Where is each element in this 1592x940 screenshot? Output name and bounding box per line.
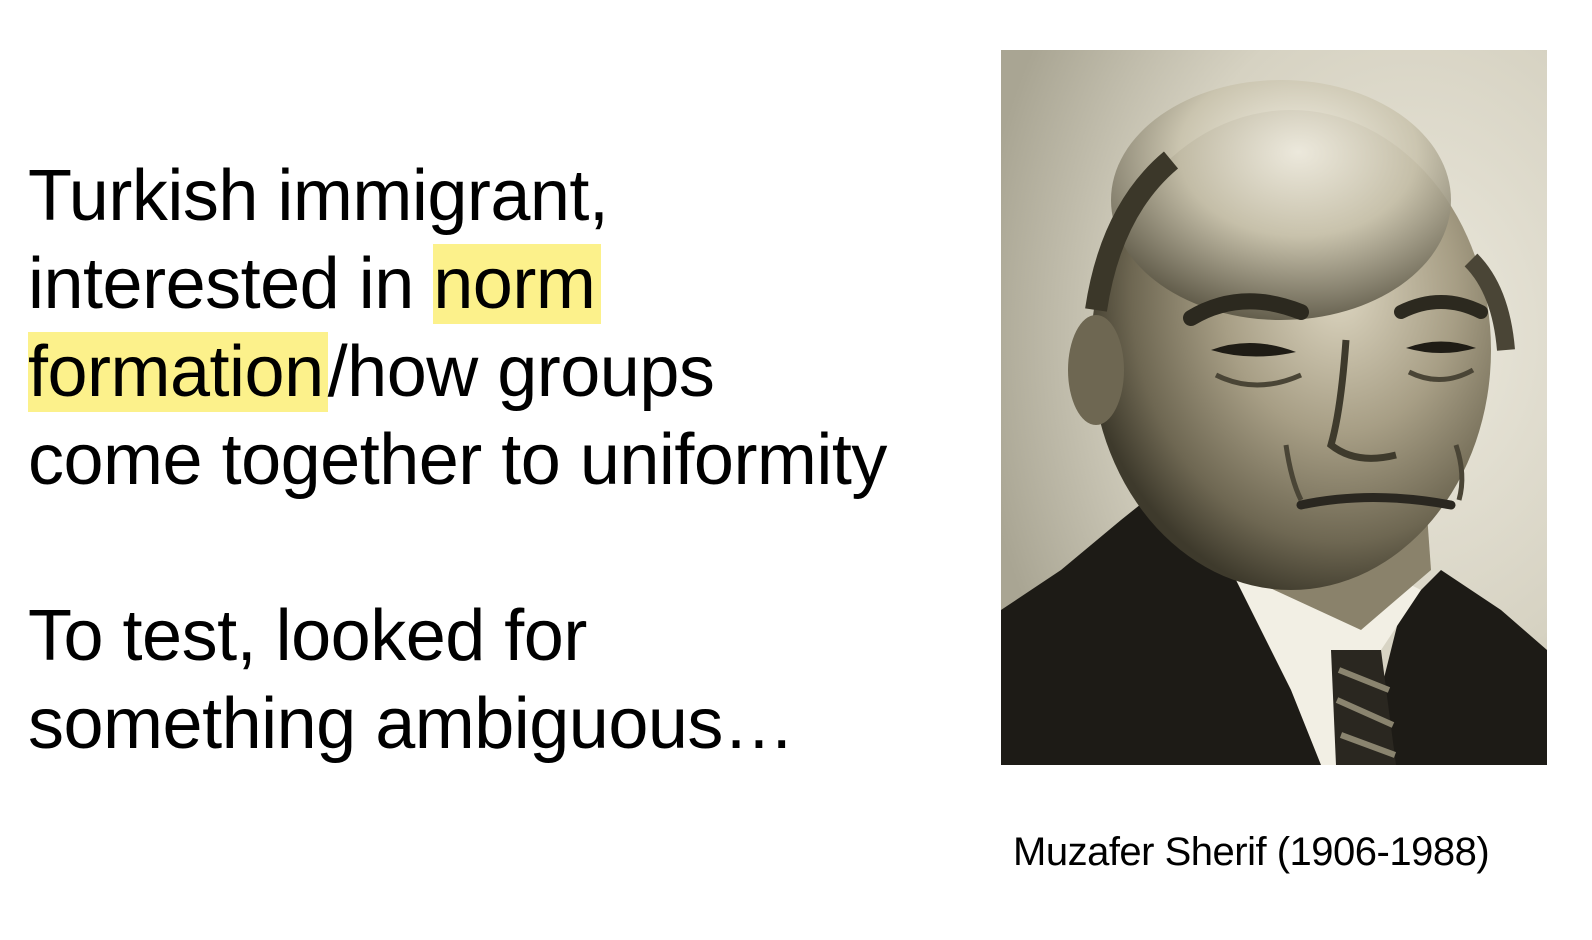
paragraph-norm-formation: Turkish immigrant, interested in norm fo… xyxy=(28,152,948,504)
photo-caption: Muzafer Sherif (1906-1988) xyxy=(1013,830,1490,874)
portrait-photo xyxy=(1001,50,1547,765)
text-line: Turkish immigrant, xyxy=(28,156,609,236)
highlight-norm: norm xyxy=(433,244,602,324)
portrait-illustration xyxy=(1001,50,1547,765)
text-line: come together to uniformity xyxy=(28,420,887,500)
text-line: interested in xyxy=(28,244,434,324)
paragraph-test: To test, looked for something ambiguous… xyxy=(28,592,948,768)
highlight-formation: formation xyxy=(28,332,328,412)
text-line: /how groups xyxy=(327,332,715,412)
text-line: something ambiguous… xyxy=(28,684,795,764)
slide-body-text: Turkish immigrant, interested in norm fo… xyxy=(28,152,948,768)
text-line: To test, looked for xyxy=(28,596,587,676)
